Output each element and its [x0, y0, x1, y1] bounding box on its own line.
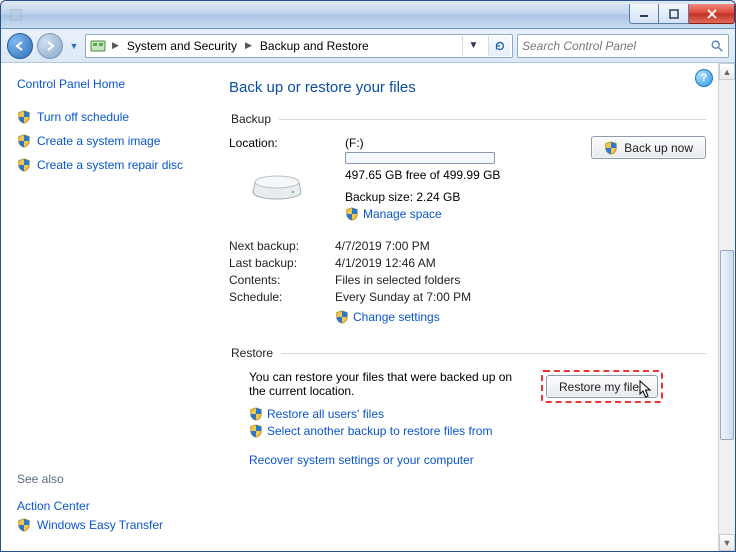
location-value: (F:)	[345, 136, 581, 150]
sidebar-item-create-repair-disc[interactable]: Create a system repair disc	[17, 158, 195, 172]
window-titlebar	[1, 1, 735, 29]
search-placeholder: Search Control Panel	[522, 39, 636, 53]
schedule-value: Every Sunday at 7:00 PM	[335, 290, 471, 304]
schedule-label: Schedule:	[229, 290, 335, 304]
scroll-down-button[interactable]: ▼	[719, 534, 735, 551]
control-panel-window: ▼ ▶ System and Security ▶ Backup and Res…	[0, 0, 736, 552]
restore-legend: Restore	[229, 346, 281, 360]
control-panel-icon	[90, 38, 106, 54]
shield-icon	[335, 310, 349, 324]
sidebar-item-turn-off-schedule[interactable]: Turn off schedule	[17, 110, 195, 124]
location-label: Location:	[229, 136, 335, 150]
shield-icon	[604, 141, 618, 155]
backup-now-label: Back up now	[624, 141, 693, 155]
recover-system-link[interactable]: Recover system settings or your computer	[229, 453, 706, 467]
select-another-backup-label: Select another backup to restore files f…	[267, 424, 492, 438]
content-area: ? Control Panel Home Turn off schedule C…	[1, 63, 735, 551]
contents-value: Files in selected folders	[335, 273, 460, 287]
cursor-icon	[639, 380, 653, 400]
last-backup-label: Last backup:	[229, 256, 335, 270]
see-also-label: Action Center	[17, 499, 90, 513]
shield-icon	[249, 424, 263, 438]
system-menu-icon[interactable]	[9, 8, 23, 22]
select-another-backup-link[interactable]: Select another backup to restore files f…	[229, 424, 706, 438]
search-input[interactable]: Search Control Panel	[517, 34, 729, 58]
navigation-bar: ▼ ▶ System and Security ▶ Backup and Res…	[1, 29, 735, 63]
contents-label: Contents:	[229, 273, 335, 287]
change-settings-link[interactable]: Change settings	[335, 310, 440, 324]
scroll-thumb[interactable]	[720, 250, 734, 440]
restore-my-files-label: Restore my files	[559, 380, 645, 394]
last-backup-value: 4/1/2019 12:46 AM	[335, 256, 436, 270]
shield-icon	[17, 110, 31, 124]
nav-history-dropdown[interactable]: ▼	[67, 41, 81, 51]
shield-icon	[17, 134, 31, 148]
shield-icon	[17, 518, 31, 532]
change-settings-label: Change settings	[353, 310, 440, 324]
shield-icon	[249, 407, 263, 421]
backup-now-button[interactable]: Back up now	[591, 136, 706, 159]
free-space-text: 497.65 GB free of 499.99 GB	[345, 168, 581, 182]
backup-section: Backup Location: (F:) 497.65 GB free of …	[229, 112, 706, 330]
sidebar-item-create-system-image[interactable]: Create a system image	[17, 134, 195, 148]
highlight-annotation: Restore my files	[541, 370, 663, 403]
maximize-button[interactable]	[659, 4, 689, 24]
sidebar-item-label: Turn off schedule	[37, 110, 129, 124]
scroll-track[interactable]	[719, 80, 735, 534]
back-button[interactable]	[7, 33, 33, 59]
restore-description: You can restore your files that were bac…	[249, 370, 529, 398]
drive-icon	[249, 162, 305, 202]
see-also-heading: See also	[17, 472, 195, 486]
next-backup-value: 4/7/2019 7:00 PM	[335, 239, 430, 253]
close-button[interactable]	[689, 4, 735, 24]
forward-button[interactable]	[37, 33, 63, 59]
breadcrumb-seg-1[interactable]: System and Security	[123, 37, 241, 55]
see-also-windows-easy-transfer[interactable]: Windows Easy Transfer	[17, 518, 195, 532]
see-also-action-center[interactable]: Action Center	[17, 499, 195, 513]
breadcrumb-separator-icon[interactable]: ▶	[112, 40, 119, 51]
see-also-section: Action Center Windows Easy Transfer	[17, 494, 195, 537]
page-title: Back up or restore your files	[229, 79, 706, 96]
backup-size-text: Backup size: 2.24 GB	[345, 190, 581, 204]
address-history-button[interactable]: ▼	[462, 36, 484, 56]
shield-icon	[17, 158, 31, 172]
minimize-button[interactable]	[629, 4, 659, 24]
shield-icon	[345, 207, 359, 221]
refresh-button[interactable]	[488, 36, 510, 56]
manage-space-link[interactable]: Manage space	[345, 207, 581, 221]
window-buttons	[629, 5, 735, 24]
sidebar: Control Panel Home Turn off schedule Cre…	[1, 63, 211, 551]
breadcrumb-separator-icon[interactable]: ▶	[245, 40, 252, 51]
restore-all-users-link[interactable]: Restore all users' files	[229, 407, 706, 421]
next-backup-label: Next backup:	[229, 239, 335, 253]
breadcrumb-seg-2[interactable]: Backup and Restore	[256, 37, 373, 55]
restore-all-users-label: Restore all users' files	[267, 407, 384, 421]
see-also-label: Windows Easy Transfer	[37, 518, 163, 532]
scrollbar[interactable]: ▲ ▼	[718, 63, 735, 551]
control-panel-home-link[interactable]: Control Panel Home	[17, 77, 195, 91]
restore-section: Restore You can restore your files that …	[229, 346, 706, 467]
sidebar-item-label: Create a system image	[37, 134, 160, 148]
disk-usage-bar	[345, 152, 495, 164]
backup-legend: Backup	[229, 112, 279, 126]
sidebar-item-label: Create a system repair disc	[37, 158, 183, 172]
search-icon	[710, 39, 724, 53]
main-pane: Back up or restore your files Backup Loc…	[211, 63, 718, 551]
manage-space-label: Manage space	[363, 207, 442, 221]
address-bar[interactable]: ▶ System and Security ▶ Backup and Resto…	[85, 34, 513, 58]
scroll-up-button[interactable]: ▲	[719, 63, 735, 80]
